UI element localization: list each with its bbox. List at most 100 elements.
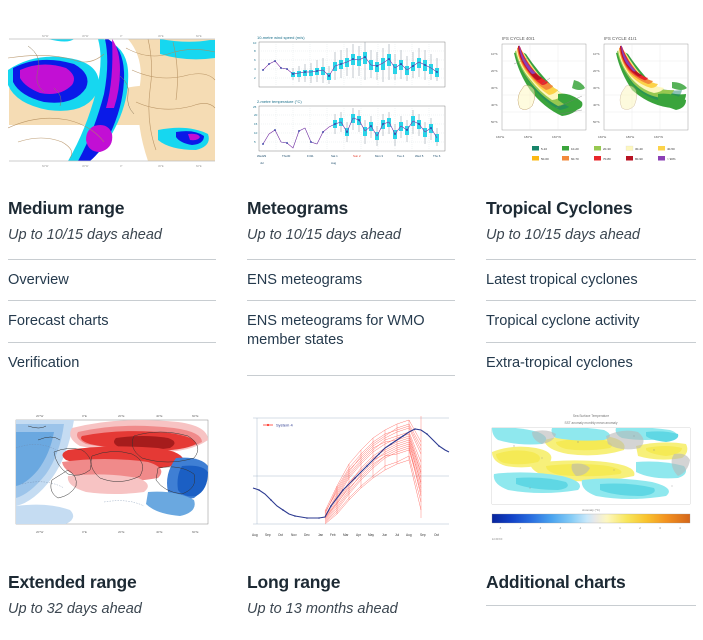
card-links: ENS meteograms ENS meteograms for WMO me… <box>247 258 455 376</box>
link-ens-meteograms-wmo[interactable]: ENS meteograms for WMO member states <box>247 300 455 360</box>
card-additional-charts: Sea Surface Temperature SST anomaly mont… <box>486 384 696 619</box>
card-extended-range: 20°W 0°E 20°E 40°E 60°E 20°W 0°E 20°E 40°E 60°… <box>8 384 216 619</box>
card-title: Extended range <box>8 571 137 592</box>
svg-text:Wed 5: Wed 5 <box>415 154 424 158</box>
sea-surface-temperature-anomaly-thumbnail[interactable]: Sea Surface Temperature SST anomaly mont… <box>486 405 696 546</box>
link-overview[interactable]: Overview <box>8 258 216 301</box>
link-ens-meteograms[interactable]: ENS meteograms <box>247 258 455 301</box>
links-bottom-divider <box>247 374 455 376</box>
svg-text:60°E: 60°E <box>192 530 199 534</box>
svg-text:Aug: Aug <box>331 161 337 165</box>
svg-text:30°E: 30°E <box>158 164 164 168</box>
svg-text:20°E: 20°E <box>118 414 125 418</box>
svg-text:160°W: 160°W <box>654 135 663 139</box>
svg-text:10°S: 10°S <box>593 52 600 56</box>
svg-text:10-20: 10-20 <box>571 147 579 151</box>
link-tropical-cyclone-activity[interactable]: Tropical cyclone activity <box>486 300 696 342</box>
medium-range-forecast-map-thumbnail[interactable]: 60°W 30°W 0° 30°E 60°E 60°W 30°W 0° 30°E 60°E <box>8 30 216 170</box>
svg-text:Jan: Jan <box>318 533 323 537</box>
svg-text:10: 10 <box>254 131 258 135</box>
svg-text:20°W: 20°W <box>36 414 44 418</box>
card-subtitle: Up to 13 months ahead <box>247 600 398 617</box>
svg-text:IFS CYCLE 40r1: IFS CYCLE 40r1 <box>502 36 535 41</box>
svg-text:30°S: 30°S <box>491 86 498 90</box>
svg-text:20-30: 20-30 <box>603 147 611 151</box>
svg-text:May: May <box>368 533 374 537</box>
svg-text:Aug: Aug <box>252 533 258 537</box>
svg-text:60°E: 60°E <box>192 414 199 418</box>
svg-text:20: 20 <box>254 113 258 117</box>
svg-text:2-metre temperature (°C): 2-metre temperature (°C) <box>257 99 302 104</box>
svg-text:Thu30: Thu30 <box>282 154 291 158</box>
svg-text:Sep: Sep <box>265 533 271 537</box>
svg-text:Jun: Jun <box>382 533 387 537</box>
svg-text:Jul: Jul <box>395 533 399 537</box>
svg-text:180°E: 180°E <box>626 135 634 139</box>
svg-text:Oct: Oct <box>278 533 283 537</box>
svg-text:40°S: 40°S <box>491 103 498 107</box>
svg-text:160°W: 160°W <box>552 135 561 139</box>
svg-text:0°: 0° <box>120 164 122 168</box>
link-verification[interactable]: Verification <box>8 341 216 384</box>
svg-text:Jul: Jul <box>260 161 264 165</box>
svg-text:30°E: 30°E <box>158 34 164 38</box>
extended-range-anomaly-map-thumbnail[interactable]: 20°W 0°E 20°E 40°E 60°E 20°W 0°E 20°E 40°E 60°… <box>8 405 216 546</box>
svg-text:15: 15 <box>254 122 258 126</box>
link-latest-tropical-cyclones[interactable]: Latest tropical cyclones <box>486 258 696 301</box>
svg-text:60-70: 60-70 <box>571 157 579 161</box>
card-links: Overview Forecast charts Verification <box>8 258 216 384</box>
svg-text:Feb: Feb <box>330 533 336 537</box>
svg-text:60°E: 60°E <box>196 34 202 38</box>
svg-text:50°S: 50°S <box>491 120 498 124</box>
svg-text:160°E: 160°E <box>598 135 606 139</box>
svg-text:Fri31: Fri31 <box>307 154 314 158</box>
ens-meteogram-thumbnail[interactable]: 10-metre wind speed (m/s) 10 8 6 42 2-me… <box>247 30 455 170</box>
svg-text:50°S: 50°S <box>593 120 600 124</box>
svg-text:160°E: 160°E <box>496 135 504 139</box>
svg-text:180°E: 180°E <box>524 135 532 139</box>
svg-text:20°S: 20°S <box>593 69 600 73</box>
card-long-range: System 4 Aug Sep Oct Nov Dec Jan Feb Mar Apr M… <box>247 384 455 619</box>
svg-text:60°W: 60°W <box>42 164 49 168</box>
card-tropical-cyclones: IFS CYCLE 40r1 IFS CYCLE 41r1 10°S 20°S … <box>486 30 696 384</box>
svg-text:Anomaly (°C): Anomaly (°C) <box>582 508 600 512</box>
svg-text:30°W: 30°W <box>82 34 89 38</box>
card-subtitle: Up to 10/15 days ahead <box>8 227 162 244</box>
svg-text:Dec: Dec <box>304 533 310 537</box>
svg-text:0°: 0° <box>120 34 122 38</box>
svg-text:Sea Surface Temperature: Sea Surface Temperature <box>573 414 609 418</box>
svg-text:Mon 3: Mon 3 <box>375 154 383 158</box>
link-extra-tropical-cyclones[interactable]: Extra-tropical cyclones <box>486 341 696 384</box>
card-title: Meteograms <box>247 198 349 218</box>
svg-text:System 4: System 4 <box>276 422 293 427</box>
svg-text:60°E: 60°E <box>196 164 202 168</box>
svg-text:60°W: 60°W <box>42 34 49 38</box>
card-title: Tropical Cyclones <box>486 198 633 218</box>
card-title: Long range <box>247 571 341 592</box>
svg-text:> 90%: > 90% <box>667 157 676 161</box>
svg-text:40°E: 40°E <box>156 414 163 418</box>
svg-text:30°S: 30°S <box>593 86 600 90</box>
svg-text:10°S: 10°S <box>491 52 498 56</box>
svg-text:25: 25 <box>253 105 257 109</box>
svg-text:40-50: 40-50 <box>667 147 675 151</box>
svg-text:IFS CYCLE 41r1: IFS CYCLE 41r1 <box>604 36 637 41</box>
long-range-ensemble-plume-thumbnail[interactable]: System 4 Aug Sep Oct Nov Dec Jan Feb Mar Apr M… <box>247 405 455 546</box>
card-title: Medium range <box>8 198 125 218</box>
tropical-cyclone-strike-probability-thumbnail[interactable]: IFS CYCLE 40r1 IFS CYCLE 41r1 10°S 20°S … <box>486 30 696 170</box>
card-meteograms: 10-metre wind speed (m/s) 10 8 6 42 2-me… <box>247 30 455 384</box>
svg-text:80-90: 80-90 <box>635 157 643 161</box>
svg-text:30-40: 30-40 <box>635 147 643 151</box>
svg-text:70-80: 70-80 <box>603 157 611 161</box>
card-subtitle: Up to 10/15 days ahead <box>486 227 640 244</box>
svg-text:SST anomaly monthly mean anoma: SST anomaly monthly mean anomaly <box>565 421 618 425</box>
svg-text:ECMWF: ECMWF <box>492 537 503 541</box>
svg-text:Oct: Oct <box>434 533 439 537</box>
link-forecast-charts[interactable]: Forecast charts <box>8 300 216 342</box>
svg-text:Wed29: Wed29 <box>257 154 266 158</box>
svg-text:20°W: 20°W <box>36 530 44 534</box>
svg-text:30°W: 30°W <box>82 164 89 168</box>
svg-text:10-metre wind speed (m/s): 10-metre wind speed (m/s) <box>257 35 305 40</box>
svg-text:Mar: Mar <box>343 533 349 537</box>
svg-text:5-10: 5-10 <box>541 147 547 151</box>
